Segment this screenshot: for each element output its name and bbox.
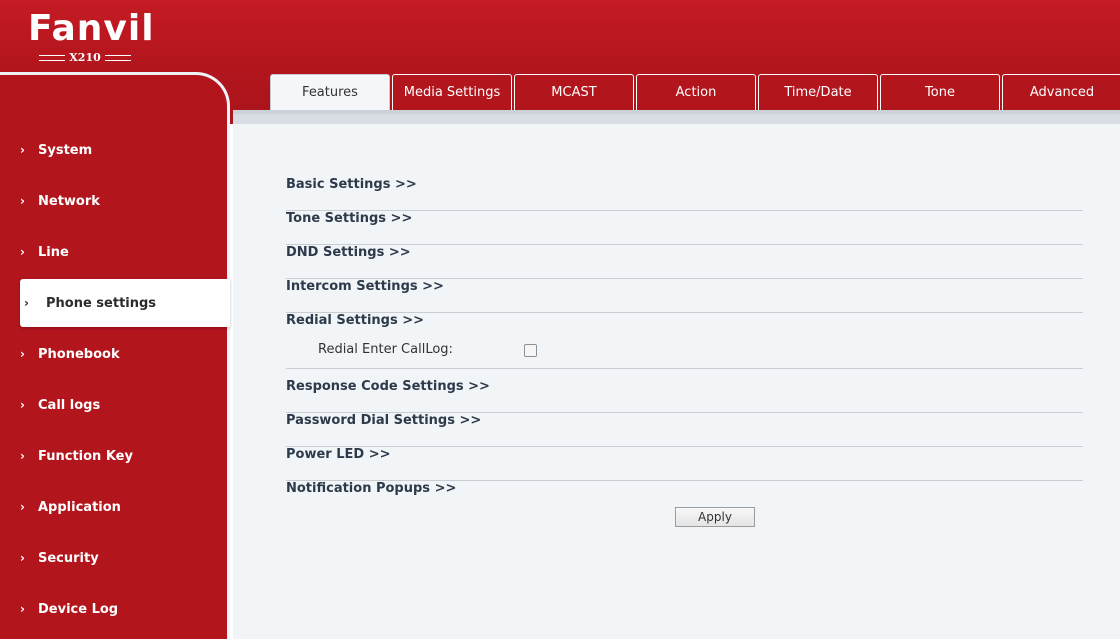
sidebar-item-phonebook[interactable]: › Phonebook	[20, 330, 230, 378]
sidebar-item-label: Network	[38, 193, 100, 209]
sidebar-item-line[interactable]: › Line	[20, 228, 230, 276]
section-label: Notification Popups >>	[286, 481, 457, 496]
sidebar-item-label: Phonebook	[38, 346, 120, 362]
chevron-right-icon: ›	[20, 602, 25, 616]
logo-line-left	[39, 55, 66, 61]
sidebar-item-label: Device Log	[38, 601, 119, 617]
chevron-right-icon: ›	[20, 245, 25, 259]
chevron-right-icon: ›	[20, 398, 25, 412]
section-label: DND Settings >>	[286, 245, 411, 260]
section-notification-popups[interactable]: Notification Popups >>	[286, 481, 1083, 501]
sidebar: › System › Network › Line › Phone settin…	[0, 72, 230, 639]
section-divider	[286, 368, 1083, 369]
sidebar-item-system[interactable]: › System	[20, 126, 230, 174]
tab-time-date[interactable]: Time/Date	[758, 74, 878, 110]
section-basic-settings[interactable]: Basic Settings >>	[286, 177, 1083, 211]
sidebar-item-device-log[interactable]: › Device Log	[20, 585, 230, 633]
sidebar-item-label: Call logs	[38, 397, 101, 413]
section-label: Power LED >>	[286, 447, 391, 462]
sidebar-item-label: Line	[38, 244, 69, 260]
logo-line-right	[104, 55, 131, 61]
tab-advanced[interactable]: Advanced	[1002, 74, 1120, 110]
sidebar-item-application[interactable]: › Application	[20, 483, 230, 531]
tab-mcast[interactable]: MCAST	[514, 74, 634, 110]
section-response-code-settings[interactable]: Response Code Settings >>	[286, 379, 1083, 413]
section-label: Intercom Settings >>	[286, 279, 444, 294]
chevron-right-icon: ›	[20, 143, 25, 157]
redial-enter-calllog-label: Redial Enter CallLog:	[318, 342, 453, 357]
tab-features[interactable]: Features	[270, 74, 390, 110]
tab-media-settings[interactable]: Media Settings	[392, 74, 512, 110]
tab-tone[interactable]: Tone	[880, 74, 1000, 110]
sidebar-item-label: Application	[38, 499, 121, 515]
section-label: Redial Settings >>	[286, 313, 425, 328]
section-dnd-settings[interactable]: DND Settings >>	[286, 245, 1083, 279]
sidebar-item-function-key[interactable]: › Function Key	[20, 432, 230, 480]
section-label: Tone Settings >>	[286, 211, 413, 226]
sidebar-item-security[interactable]: › Security	[20, 534, 230, 582]
sidebar-item-label: Phone settings	[46, 295, 157, 311]
chevron-right-icon: ›	[20, 500, 25, 514]
fanvil-logo: Fanvil X210	[28, 8, 155, 67]
redial-enter-calllog-row: Redial Enter CallLog:	[318, 342, 1018, 362]
sidebar-item-label: Function Key	[38, 448, 133, 464]
sidebar-item-network[interactable]: › Network	[20, 177, 230, 225]
main-content: Basic Settings >> Tone Settings >> DND S…	[233, 124, 1120, 639]
section-tone-settings[interactable]: Tone Settings >>	[286, 211, 1083, 245]
section-power-led[interactable]: Power LED >>	[286, 447, 1083, 481]
logo-model: X210	[69, 51, 101, 64]
sidebar-item-label: System	[38, 142, 93, 158]
tab-strip-edge	[233, 110, 1120, 114]
section-label: Password Dial Settings >>	[286, 413, 482, 428]
chevron-right-icon: ›	[24, 296, 29, 310]
redial-enter-calllog-checkbox[interactable]	[524, 344, 537, 357]
chevron-right-icon: ›	[20, 551, 25, 565]
chevron-right-icon: ›	[20, 194, 25, 208]
chevron-right-icon: ›	[20, 347, 25, 361]
section-label: Response Code Settings >>	[286, 379, 490, 394]
logo-model-row: X210	[32, 51, 138, 65]
chevron-right-icon: ›	[20, 449, 25, 463]
sidebar-item-label: Security	[38, 550, 99, 566]
tab-action[interactable]: Action	[636, 74, 756, 110]
section-password-dial-settings[interactable]: Password Dial Settings >>	[286, 413, 1083, 447]
apply-button[interactable]: Apply	[675, 507, 755, 527]
section-label: Basic Settings >>	[286, 177, 417, 192]
logo-text: Fanvil	[28, 8, 155, 49]
sidebar-item-call-logs[interactable]: › Call logs	[20, 381, 230, 429]
sidebar-item-phone-settings[interactable]: › Phone settings	[20, 279, 230, 327]
section-intercom-settings[interactable]: Intercom Settings >>	[286, 279, 1083, 313]
